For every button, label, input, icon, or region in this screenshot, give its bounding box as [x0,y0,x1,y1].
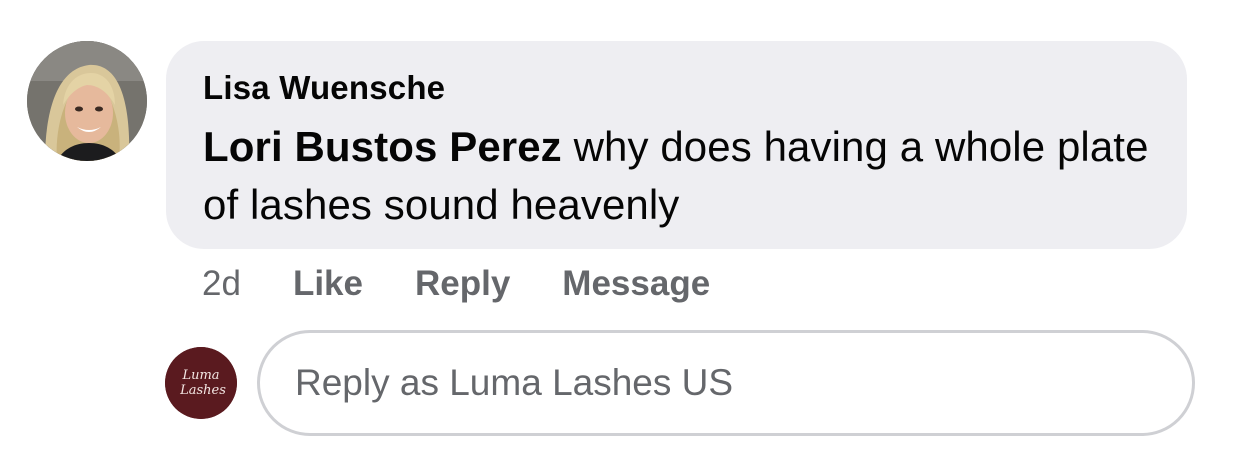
mention-link[interactable]: Lori Bustos Perez [203,123,562,170]
message-button[interactable]: Message [562,264,710,304]
comment-timestamp[interactable]: 2d [202,264,241,304]
user-photo-avatar-icon [27,41,147,161]
svg-text:Lashes: Lashes [179,383,226,398]
like-button[interactable]: Like [293,264,363,304]
luma-lashes-logo-icon: Luma Lashes [165,347,237,419]
svg-text:Luma: Luma [181,368,219,383]
commenter-avatar[interactable] [27,41,147,161]
comment-body: Lori Bustos Perez why does having a whol… [203,118,1151,234]
reply-button[interactable]: Reply [415,264,510,304]
reply-input[interactable] [293,361,1192,405]
page-avatar[interactable]: Luma Lashes [165,347,237,419]
reply-composer[interactable] [257,330,1195,436]
comment-actions: 2d Like Reply Message [202,262,762,306]
comment-bubble: Lisa Wuensche Lori Bustos Perez why does… [166,41,1187,249]
comment-author-name[interactable]: Lisa Wuensche [203,68,1151,108]
